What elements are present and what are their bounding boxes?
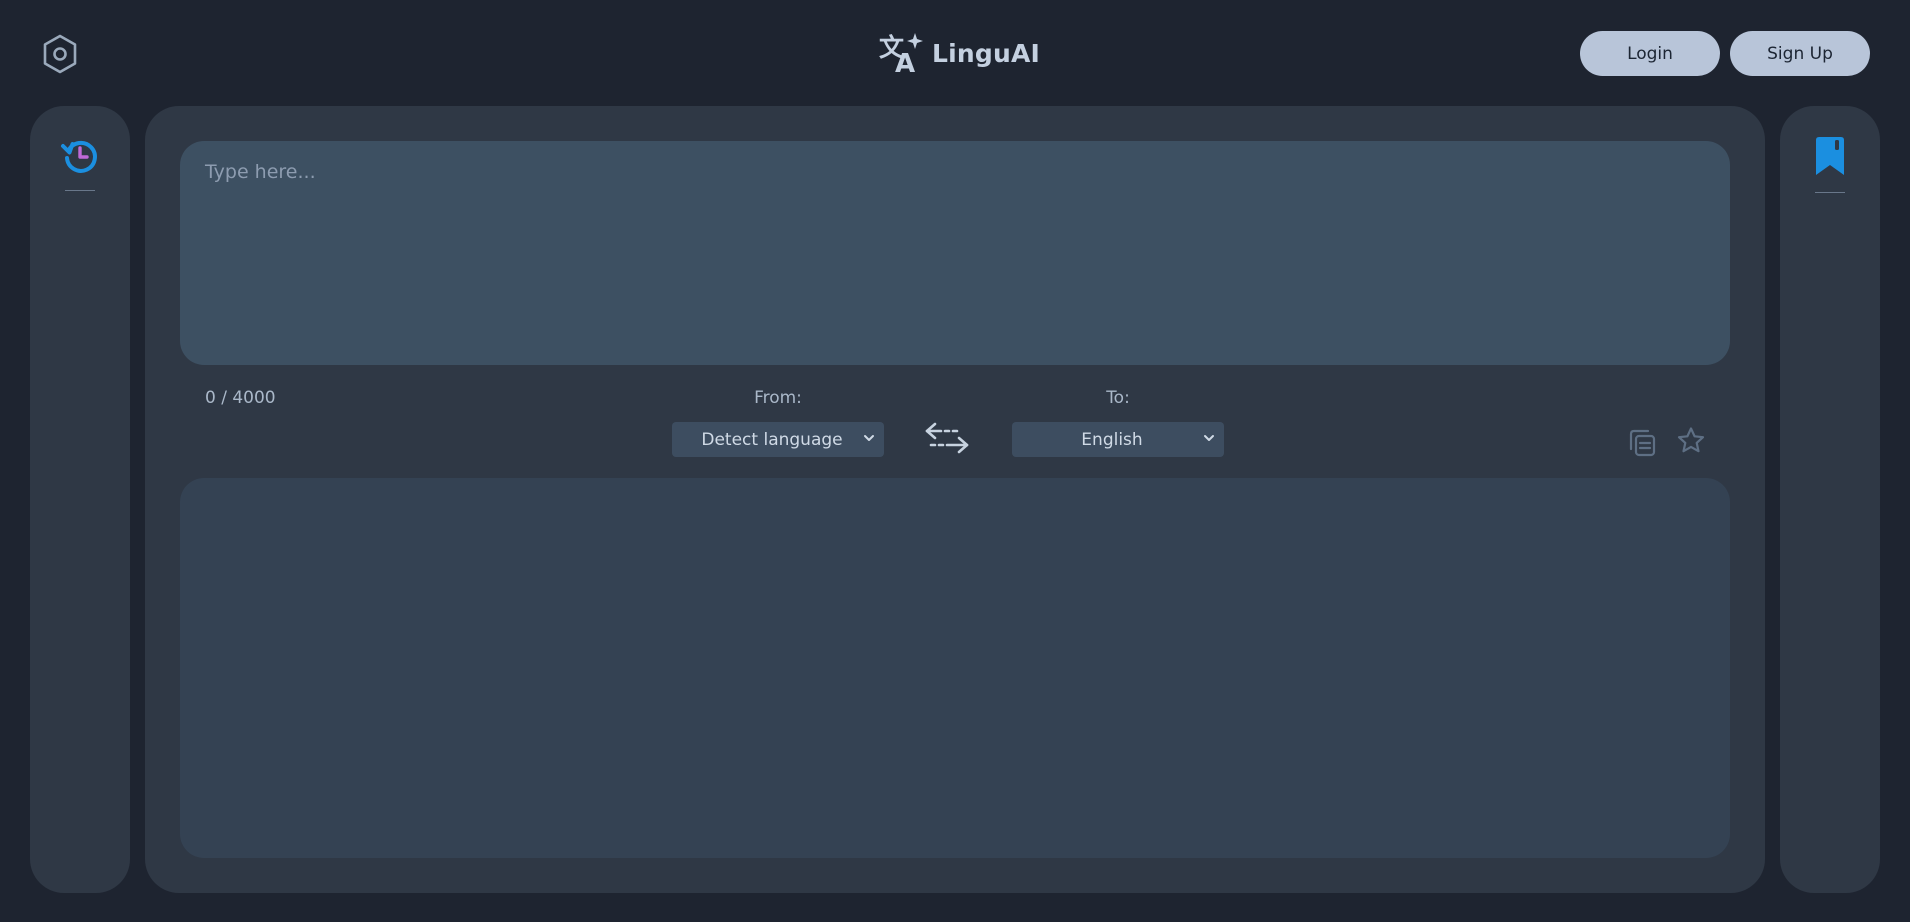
saved-divider bbox=[1815, 192, 1845, 193]
source-language-value: Detect language bbox=[701, 429, 843, 450]
character-count: 0 / 4000 bbox=[205, 388, 276, 408]
app-name: LinguAI bbox=[932, 38, 1041, 68]
copy-icon bbox=[1629, 429, 1656, 457]
settings-icon bbox=[43, 34, 77, 74]
translate-icon: 文 A bbox=[879, 33, 923, 76]
saved-button[interactable] bbox=[1810, 136, 1850, 176]
target-language-select[interactable]: English bbox=[1012, 422, 1224, 457]
translation-output bbox=[180, 478, 1730, 858]
to-label: To: bbox=[1106, 388, 1130, 408]
source-language-select[interactable]: Detect language bbox=[672, 422, 884, 457]
history-button[interactable] bbox=[60, 136, 100, 176]
swap-languages-button[interactable] bbox=[924, 418, 970, 458]
settings-button[interactable] bbox=[38, 32, 82, 76]
app-header: 文 A LinguAI Login Sign Up bbox=[0, 0, 1910, 106]
from-label: From: bbox=[754, 388, 802, 408]
chevron-down-icon bbox=[864, 435, 874, 441]
brand: 文 A LinguAI bbox=[878, 28, 1040, 78]
login-button[interactable]: Login bbox=[1580, 31, 1720, 76]
signup-button[interactable]: Sign Up bbox=[1730, 31, 1870, 76]
copy-button[interactable] bbox=[1625, 426, 1659, 460]
star-icon bbox=[1677, 427, 1705, 453]
source-text-input[interactable] bbox=[180, 141, 1730, 365]
favorite-button[interactable] bbox=[1674, 424, 1708, 458]
translator-panel: 0 / 4000 From: To: Detect language Engli… bbox=[145, 106, 1765, 893]
chevron-down-icon bbox=[1204, 435, 1214, 441]
svg-text:A: A bbox=[895, 49, 915, 76]
history-sidebar bbox=[30, 106, 130, 893]
saved-sidebar bbox=[1780, 106, 1880, 893]
target-language-value: English bbox=[1081, 429, 1143, 450]
bookmark-icon bbox=[1816, 137, 1844, 175]
history-divider bbox=[65, 190, 95, 191]
history-icon bbox=[61, 140, 97, 173]
swap-arrows-icon bbox=[925, 422, 969, 454]
